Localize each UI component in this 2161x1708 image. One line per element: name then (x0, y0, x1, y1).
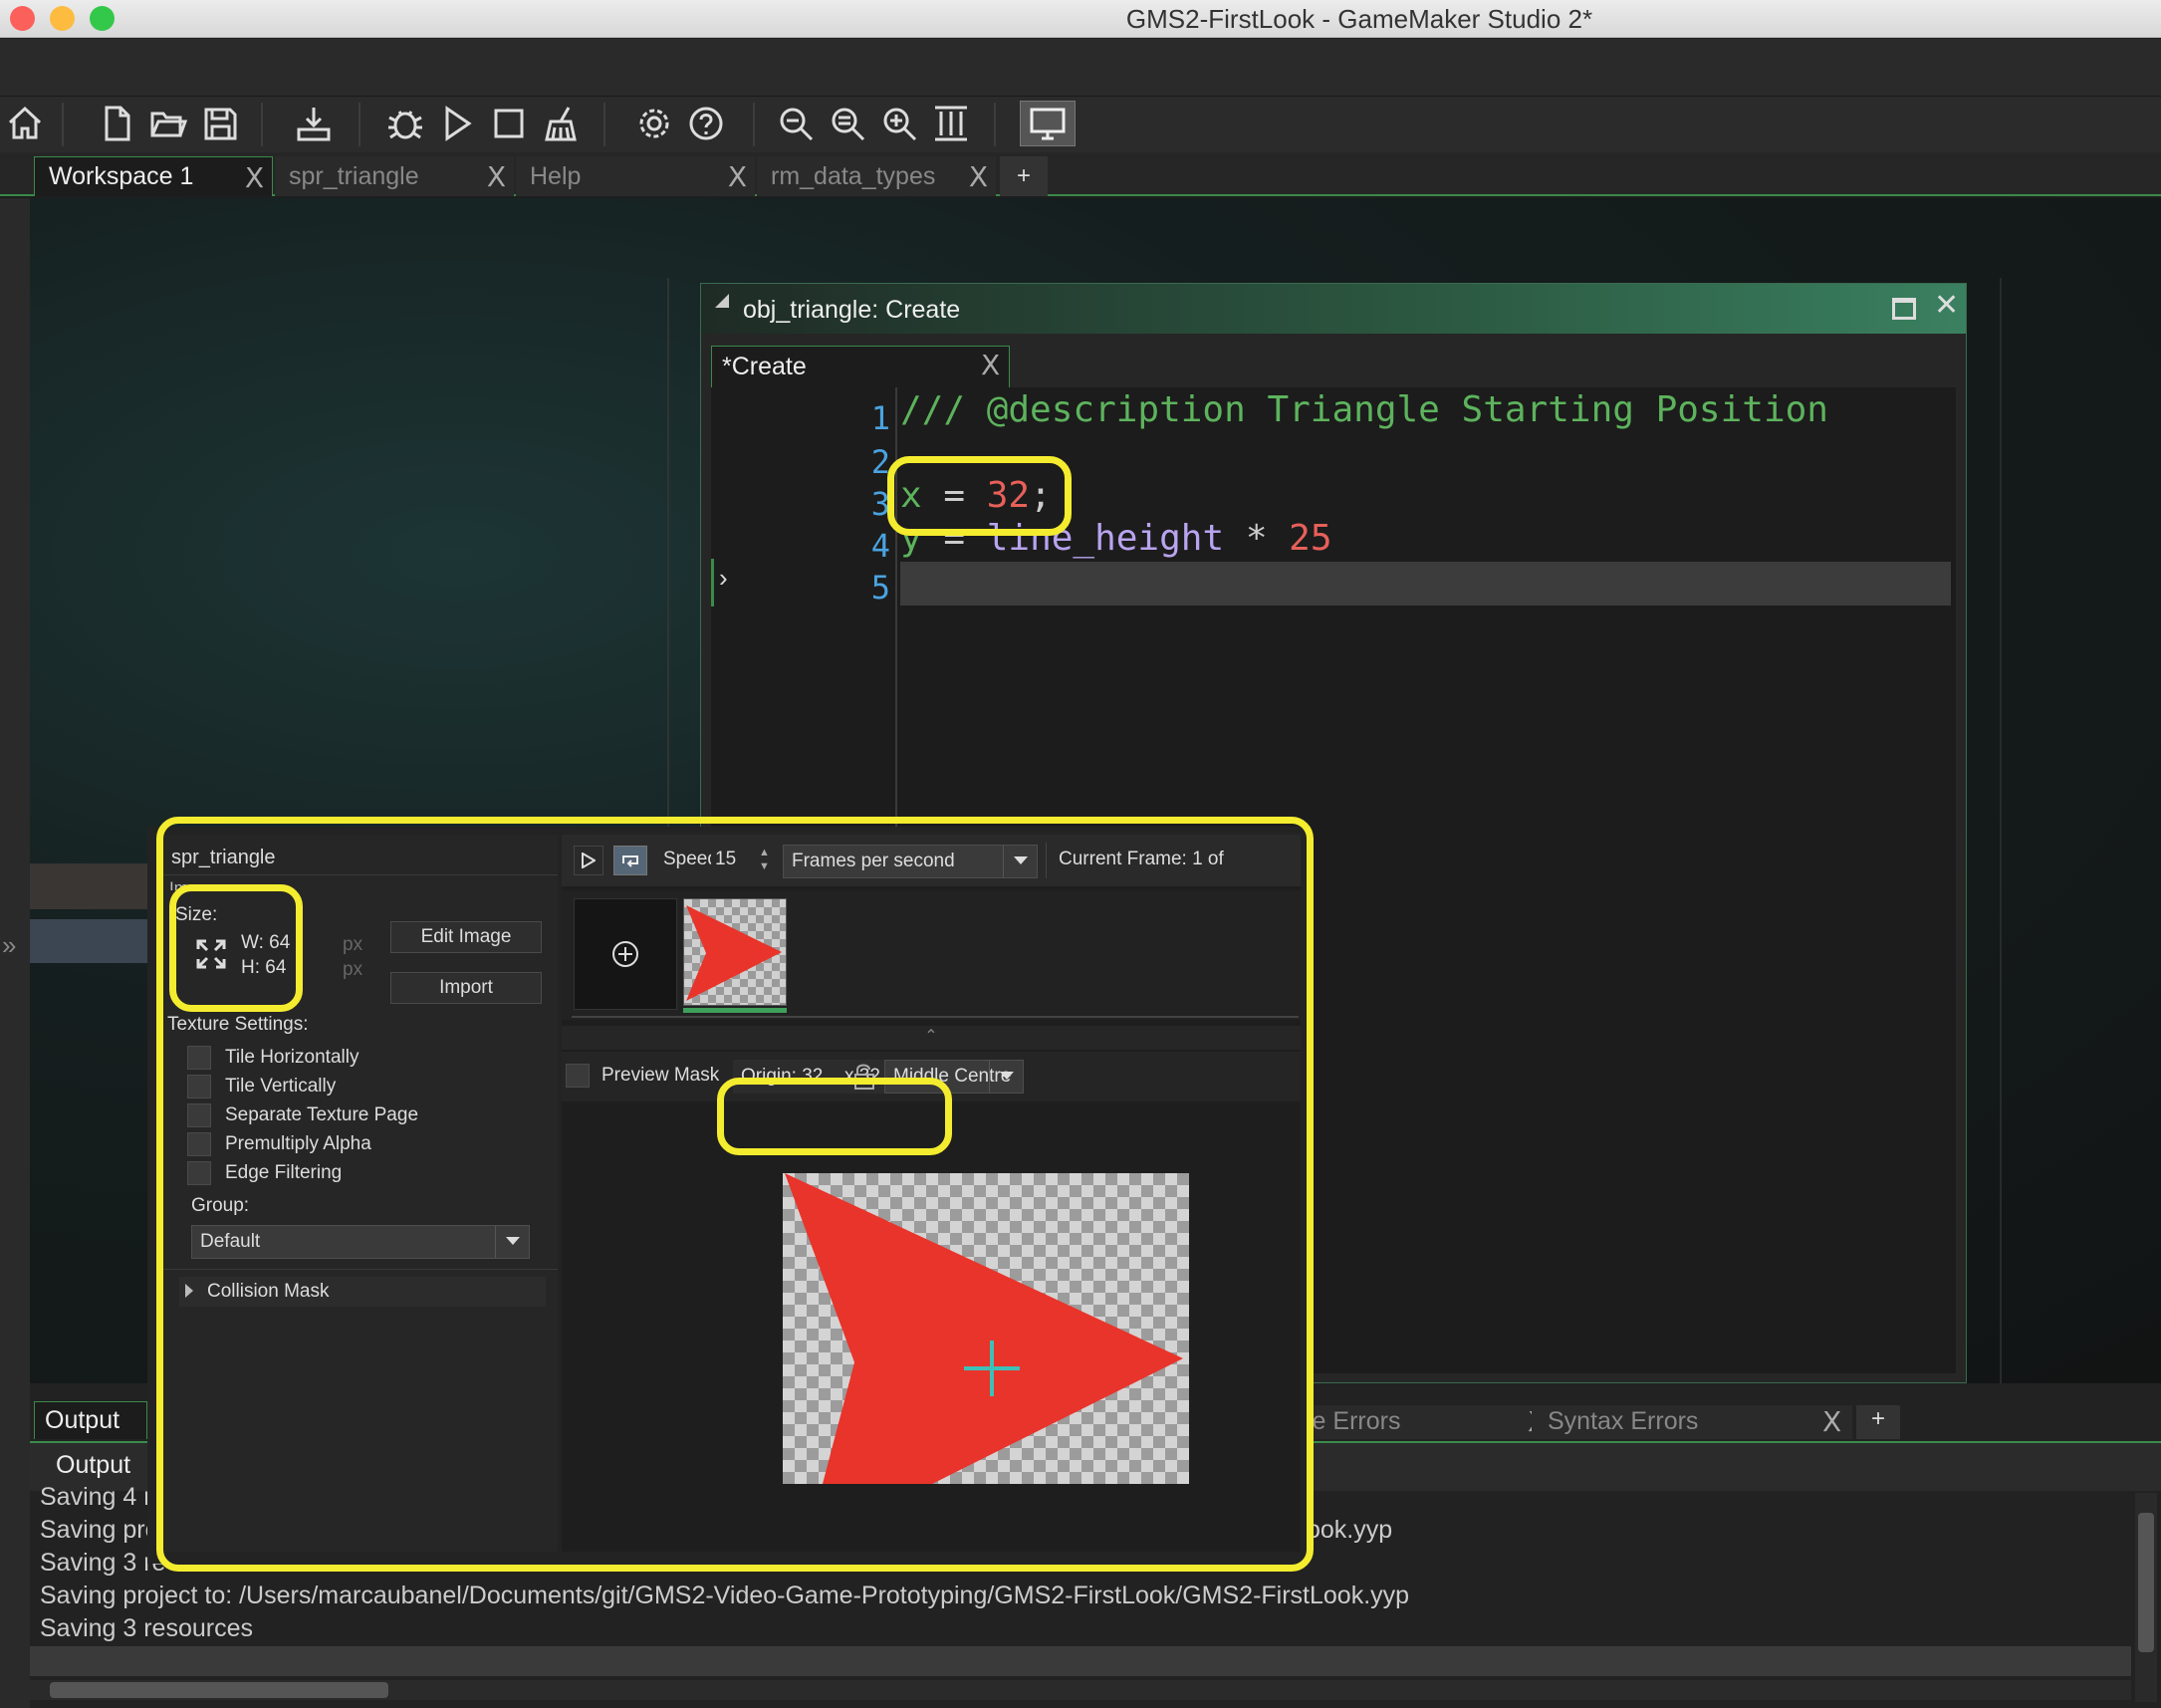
menu-bar (0, 39, 2161, 97)
highlight-origin (717, 1078, 952, 1155)
line-number: 5 (870, 569, 890, 607)
tab-label: rm_data_types (771, 161, 936, 190)
highlight-x-assignment (887, 456, 1072, 536)
horizontal-scrollbar[interactable] (30, 1680, 2131, 1700)
run-icon[interactable] (434, 101, 480, 146)
highlight-sprite-panel (156, 817, 1314, 1572)
code-window-header[interactable]: obj_triangle: Create ✕ (701, 284, 1966, 334)
home-icon[interactable] (2, 101, 48, 146)
tab-rm-data-types[interactable]: rm_data_types X (757, 156, 996, 196)
output-line: Saving 4 r (40, 1483, 152, 1511)
window-title: GMS2-FirstLook - GameMaker Studio 2* (1125, 4, 1593, 34)
stop-icon[interactable] (486, 101, 532, 146)
line-number: 3 (870, 485, 890, 523)
maximize-icon[interactable] (1892, 298, 1916, 320)
close-icon[interactable]: ✕ (1934, 288, 1959, 323)
scrollbar-thumb[interactable] (50, 1682, 388, 1698)
code-comment: /// @description Triangle Starting Posit… (900, 389, 1828, 430)
highlight-size (169, 884, 303, 1012)
tab-label: spr_triangle (289, 161, 419, 190)
close-icon[interactable]: X (245, 161, 264, 194)
display-icon[interactable] (1020, 101, 1076, 146)
output-subheader-label: Output (56, 1451, 131, 1479)
new-file-icon[interactable] (94, 101, 139, 146)
close-icon[interactable]: X (487, 160, 506, 193)
tab-compile-errors[interactable]: le Errors X (1301, 1405, 1561, 1439)
tab-label: *Create (722, 353, 807, 380)
tab-syntax-errors[interactable]: Syntax Errors X (1532, 1405, 1852, 1439)
output-line-tail: ook.yyp (1307, 1516, 1393, 1544)
close-icon[interactable]: X (1822, 1405, 1841, 1438)
close-icon[interactable]: X (969, 160, 988, 193)
zoom-reset-icon[interactable] (825, 101, 870, 146)
collapse-icon[interactable] (715, 294, 729, 308)
close-icon[interactable]: X (981, 349, 1000, 381)
zoom-out-icon[interactable] (773, 101, 819, 146)
tab-output[interactable]: Output (34, 1401, 147, 1439)
add-tab-button[interactable]: + (1000, 156, 1048, 196)
tab-label: Syntax Errors (1548, 1407, 1699, 1435)
tab-label: Output (45, 1406, 120, 1434)
output-line: Saving pro (40, 1516, 159, 1544)
expand-arrow-icon[interactable]: » (2, 930, 16, 961)
line-number: 2 (870, 443, 890, 481)
code-window-title: obj_triangle: Create (743, 296, 961, 324)
save-icon[interactable] (197, 101, 243, 146)
add-tab-button[interactable]: + (1856, 1405, 1900, 1439)
tab-label: le Errors (1307, 1407, 1401, 1435)
line-number: 1 (870, 399, 890, 437)
scrollbar-thumb[interactable] (2138, 1513, 2154, 1652)
event-tab-bar: *Create X (711, 346, 1956, 387)
settings-icon[interactable] (631, 101, 677, 146)
clean-icon[interactable] (538, 101, 584, 146)
line-number: 4 (870, 527, 890, 565)
export-icon[interactable] (291, 101, 337, 146)
output-line: Saving project to: /Users/marcaubanel/Do… (40, 1582, 1410, 1609)
current-line-highlight (900, 562, 1951, 606)
main-toolbar (0, 97, 2161, 152)
left-rail: » (0, 198, 30, 1708)
output-input-bar[interactable] (30, 1646, 2131, 1676)
tab-label: Workspace 1 (49, 162, 194, 190)
help-icon[interactable] (683, 101, 729, 146)
tab-create[interactable]: *Create X (711, 346, 1010, 387)
title-bar: GMS2-FirstLook - GameMaker Studio 2* (0, 0, 2161, 38)
zoom-in-icon[interactable] (876, 101, 922, 146)
close-icon[interactable]: X (728, 160, 747, 193)
vertical-scrollbar[interactable] (2135, 1493, 2157, 1702)
tab-help[interactable]: Help X (516, 156, 755, 196)
tab-label: Help (530, 161, 582, 190)
debug-icon[interactable] (382, 101, 428, 146)
workspace-tab-bar: Workspace 1 X spr_triangle X Help X rm_d… (0, 152, 2161, 196)
tab-workspace-1[interactable]: Workspace 1 X (34, 156, 273, 196)
tab-spr-triangle[interactable]: spr_triangle X (275, 156, 514, 196)
output-line: Saving 3 resources (40, 1614, 254, 1642)
open-folder-icon[interactable] (145, 101, 191, 146)
fit-icon[interactable] (928, 101, 974, 146)
